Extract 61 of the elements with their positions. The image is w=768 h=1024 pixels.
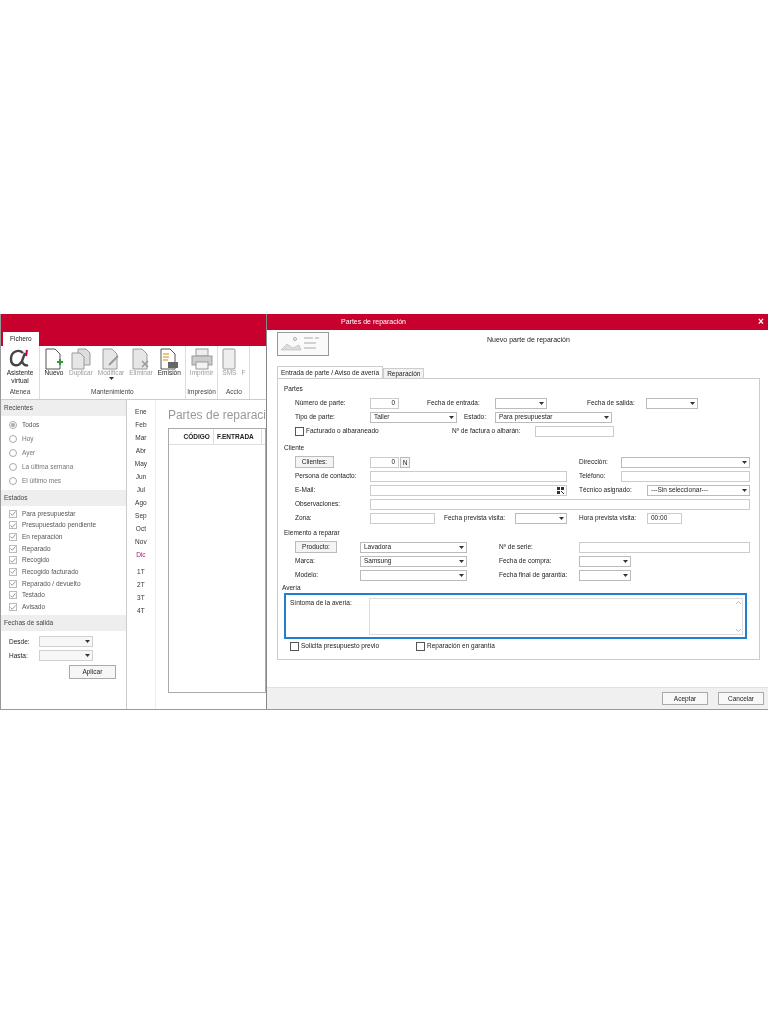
alpha-icon (9, 348, 31, 369)
checkbox[interactable] (295, 426, 304, 436)
edit-document-icon (101, 347, 122, 370)
radio-button[interactable] (9, 420, 17, 429)
address-dropdown[interactable] (621, 456, 750, 468)
checkbox[interactable] (9, 603, 17, 611)
caret-icon (742, 488, 747, 492)
radio-button[interactable] (9, 462, 17, 471)
checkbox[interactable] (9, 544, 17, 553)
date-dropdown[interactable] (579, 555, 631, 567)
date-dropdown[interactable] (495, 397, 547, 409)
scroll-down-icon (736, 629, 741, 632)
checkbox[interactable] (9, 556, 17, 565)
caret-icon (559, 516, 564, 520)
caret-icon (459, 559, 464, 563)
caret-icon (85, 640, 90, 643)
caret-icon (623, 559, 628, 563)
caret-icon (690, 401, 695, 405)
radio-button[interactable] (9, 476, 17, 485)
phone-field[interactable] (621, 470, 750, 482)
caret-icon (604, 415, 609, 419)
invoice-field[interactable] (535, 425, 614, 437)
radio-button[interactable] (9, 448, 17, 457)
phone-icon (222, 347, 237, 370)
radio-button[interactable] (9, 434, 17, 443)
date-dropdown[interactable] (39, 636, 93, 647)
image-placeholder-icon (277, 332, 329, 356)
model-dropdown[interactable] (360, 569, 467, 581)
notes-field[interactable] (370, 498, 750, 510)
delete-document-icon (130, 347, 151, 370)
checkbox[interactable] (9, 591, 17, 600)
checkbox[interactable] (9, 579, 17, 588)
email-field[interactable] (370, 484, 567, 496)
caret-icon (742, 460, 747, 464)
scroll-up-icon (736, 601, 741, 604)
checkbox[interactable] (9, 521, 17, 530)
checkbox[interactable] (9, 532, 17, 541)
date-dropdown[interactable] (39, 650, 93, 661)
caret-icon (449, 415, 454, 419)
checkbox[interactable] (290, 641, 299, 651)
caret-icon (459, 573, 464, 577)
list-title: Partes de reparaci (167, 407, 266, 424)
caret-icon (108, 377, 114, 380)
caret-icon (539, 401, 544, 405)
qr-code-icon (557, 486, 564, 494)
date-dropdown[interactable] (515, 512, 567, 524)
copy-icon (70, 347, 91, 370)
date-dropdown[interactable] (646, 397, 698, 409)
caret-icon (623, 573, 628, 577)
checkbox[interactable] (9, 509, 17, 518)
date-dropdown[interactable] (579, 569, 631, 581)
serial-field[interactable] (579, 541, 750, 553)
scrollbar[interactable] (735, 599, 742, 634)
close-button[interactable]: × (754, 317, 768, 327)
zone-field[interactable] (370, 512, 435, 524)
symptom-text-area[interactable] (369, 598, 743, 635)
checkbox[interactable] (416, 641, 425, 651)
caret-icon (85, 654, 90, 657)
contact-field[interactable] (370, 470, 567, 482)
caret-icon (459, 545, 464, 549)
checkbox[interactable] (9, 567, 17, 576)
